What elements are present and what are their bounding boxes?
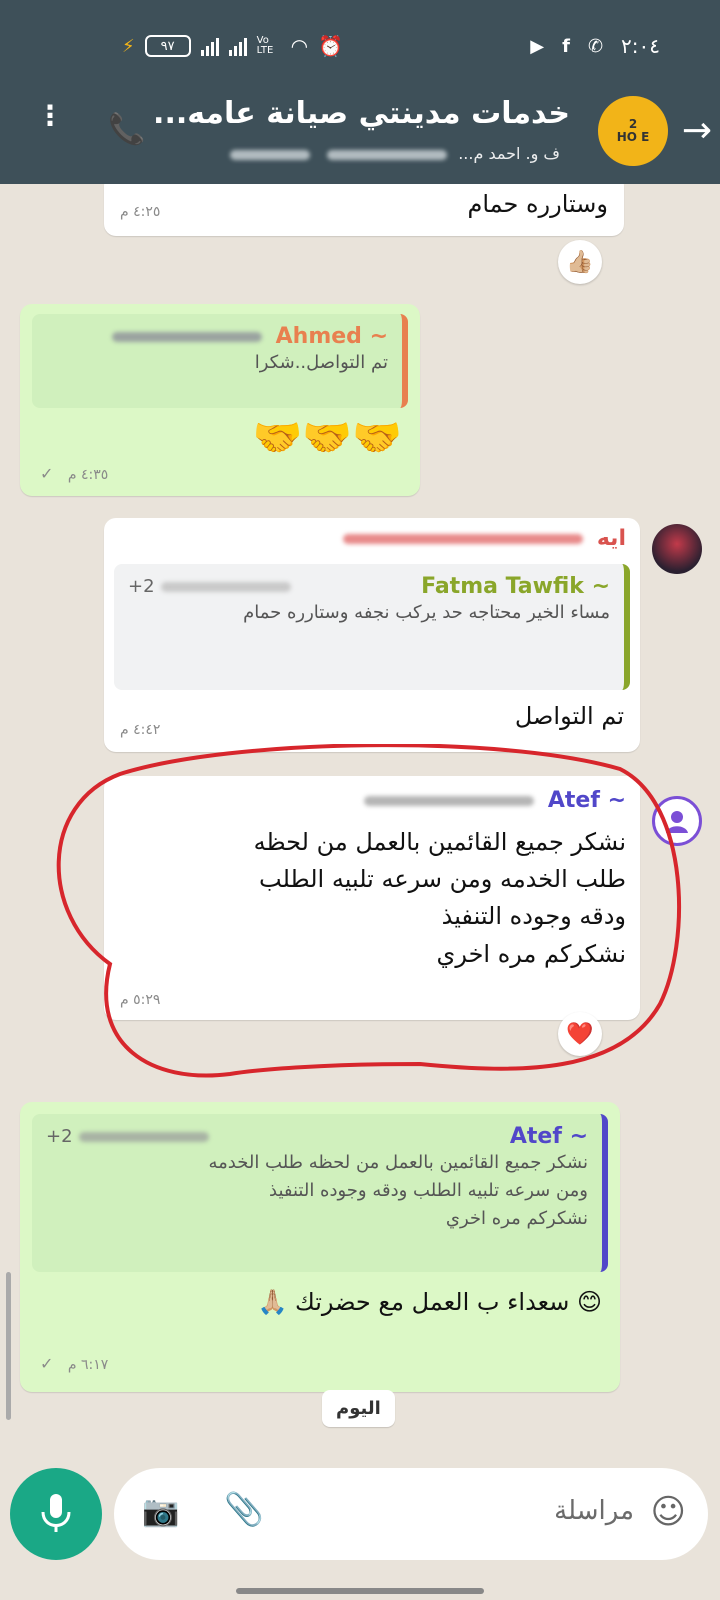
quoted-line: نشكر جميع القائمين بالعمل من لحظه طلب ال…	[208, 1152, 588, 1173]
message-line: ودقه وجوده التنفيذ	[441, 902, 626, 931]
quoted-text: مساء الخير محتاجه حد يركب نجفه وستارره ح…	[243, 602, 610, 623]
group-members[interactable]: ف و. احمد م...	[224, 144, 560, 163]
chat-area[interactable]: وستارره حمام ٤:٢٥ م 👍🏼 ~ Ahmed تم التواص…	[0, 184, 720, 1460]
sender-name: ~ Atef	[358, 788, 626, 813]
quoted-sender: ~ Ahmed	[46, 324, 388, 349]
reaction-heart[interactable]: ❤️	[558, 1012, 602, 1056]
group-avatar[interactable]: 2 HO E	[598, 96, 668, 166]
attachment-icon[interactable]: 📎	[224, 1490, 264, 1528]
quoted-text: تم التواصل..شكرا	[254, 352, 388, 373]
redacted-phone	[111, 331, 262, 342]
message-text: وستارره حمام	[467, 190, 608, 218]
quoted-message[interactable]: ~ Fatma Tawfik +2 مساء الخير محتاجه حد ي…	[114, 564, 630, 690]
date-separator: اليوم	[322, 1390, 395, 1427]
message-time: ٥:٢٩ م	[120, 992, 161, 1008]
voice-message-button[interactable]	[10, 1468, 102, 1560]
message-time: ٤:٢٥ م	[120, 204, 161, 220]
redacted-name	[342, 533, 583, 544]
quoted-phone-prefix: +2	[46, 1126, 73, 1147]
message-time-text: ٤:٣٥ م	[67, 467, 109, 483]
more-options-icon[interactable]: ⋮	[36, 102, 64, 130]
group-title[interactable]: خدمات مدينتي صيانة عامه...	[153, 96, 570, 131]
message-line: نشكركم مره اخري	[436, 939, 626, 968]
wifi-icon: ◠	[290, 34, 309, 58]
sender-avatar-aya[interactable]	[652, 524, 702, 574]
sent-check-icon: ✓	[40, 464, 54, 483]
quoted-phone: +2	[128, 576, 297, 597]
battery-indicator: ٩٧	[144, 35, 191, 57]
message-line: طلب الخدمه ومن سرعه تلبيه الطلب	[259, 865, 626, 894]
avatar-text-bottom: HO E	[616, 130, 650, 144]
redacted-phone	[363, 795, 534, 806]
redacted-text-2	[230, 149, 310, 160]
chat-header: → 2 HO E خدمات مدينتي صيانة عامه... ف و.…	[0, 88, 720, 184]
quoted-phone-prefix: +2	[128, 576, 155, 597]
quoted-message[interactable]: ~ Ahmed تم التواصل..شكرا	[32, 314, 408, 408]
redacted-phone	[78, 1131, 209, 1142]
charging-icon: ⚡	[122, 35, 135, 57]
members-visible-text: ف و. احمد م...	[458, 144, 560, 163]
alarm-icon: ⏰	[318, 34, 343, 58]
quoted-sender-name: ~ Fatma Tawfik	[421, 574, 610, 599]
message-input[interactable]: ☺ مراسلة 📎 📷	[114, 1468, 708, 1560]
sender-name-text: ~ Atef	[547, 788, 626, 813]
message-time: ٤:٤٢ م	[120, 722, 161, 738]
redacted-text	[327, 149, 448, 160]
status-bar: ⚡ ٩٧ Vo LTE ◠ ⏰ ▶ f ✆ ٢:٠٤	[0, 0, 720, 88]
quoted-header: ~ Atef +2	[46, 1124, 588, 1149]
message-body: نشكر جميع القائمين بالعمل من لحظه طلب ال…	[126, 824, 626, 973]
sender-avatar-atef[interactable]	[652, 796, 702, 846]
status-clock: ٢:٠٤	[621, 34, 660, 58]
quoted-line: ومن سرعه تلبيه الطلب ودقه وجوده التنفيذ	[269, 1179, 588, 1201]
input-bar: ☺ مراسلة 📎 📷	[0, 1462, 720, 1562]
add-call-icon[interactable]: 📞	[108, 112, 145, 147]
quoted-line: نشكركم مره اخري	[445, 1207, 588, 1229]
reaction-thumbs-up[interactable]: 👍🏼	[558, 240, 602, 284]
user-icon	[666, 811, 688, 833]
microphone-icon	[41, 1494, 71, 1532]
camera-icon[interactable]: 📷	[142, 1494, 179, 1529]
sent-check-icon: ✓	[40, 1354, 54, 1373]
youtube-icon: ▶	[530, 35, 545, 57]
quoted-phone: +2	[46, 1126, 215, 1147]
status-icons-right: ▶ f ✆ ٢:٠٤	[530, 34, 660, 58]
message-bubble[interactable]: ~ Atef +2 نشكر جميع القائمين بالعمل من ل…	[20, 1102, 620, 1392]
message-bubble[interactable]: ~ Atef نشكر جميع القائمين بالعمل من لحظه…	[104, 776, 640, 1020]
sender-name: ايه	[337, 526, 626, 551]
message-bubble[interactable]: وستارره حمام ٤:٢٥ م	[104, 184, 624, 236]
message-bubble[interactable]: ايه ~ Fatma Tawfik +2 مساء الخير محتاجه …	[104, 518, 640, 752]
sender-name-text: ايه	[596, 526, 626, 551]
message-text: 😊 سعداء ب العمل مع حضرتك 🙏🏼	[257, 1288, 602, 1316]
message-time: ✓ ٤:٣٥ م	[40, 464, 108, 483]
handshake-emojis: 🤝🤝🤝	[252, 415, 402, 461]
missed-call-icon: ✆	[587, 35, 604, 57]
volte-icon: Vo LTE	[256, 35, 274, 56]
emoji-icon[interactable]: ☺	[651, 1492, 686, 1532]
quoted-sender-name: ~ Ahmed	[275, 324, 388, 349]
message-line: نشكر جميع القائمين بالعمل من لحظه	[253, 828, 626, 856]
message-time-text: ٦:١٧ م	[67, 1357, 109, 1373]
message-time: ✓ ٦:١٧ م	[40, 1354, 108, 1373]
home-indicator[interactable]	[236, 1588, 484, 1594]
redacted-phone	[160, 581, 291, 592]
signal-icon	[200, 36, 219, 56]
message-text: تم التواصل	[514, 702, 624, 730]
message-placeholder: مراسلة	[554, 1496, 634, 1526]
status-icons-left: ⚡ ٩٧ Vo LTE ◠ ⏰	[122, 34, 343, 58]
scrollbar[interactable]	[6, 1272, 11, 1420]
quoted-header: ~ Fatma Tawfik +2	[128, 574, 610, 599]
quoted-sender-name: ~ Atef	[509, 1124, 588, 1149]
facebook-icon: f	[562, 35, 570, 57]
message-bubble[interactable]: ~ Ahmed تم التواصل..شكرا 🤝🤝🤝 ✓ ٤:٣٥ م	[20, 304, 420, 496]
quoted-message[interactable]: ~ Atef +2 نشكر جميع القائمين بالعمل من ل…	[32, 1114, 608, 1272]
back-arrow-icon[interactable]: →	[682, 110, 712, 151]
signal-icon-2	[228, 36, 247, 56]
